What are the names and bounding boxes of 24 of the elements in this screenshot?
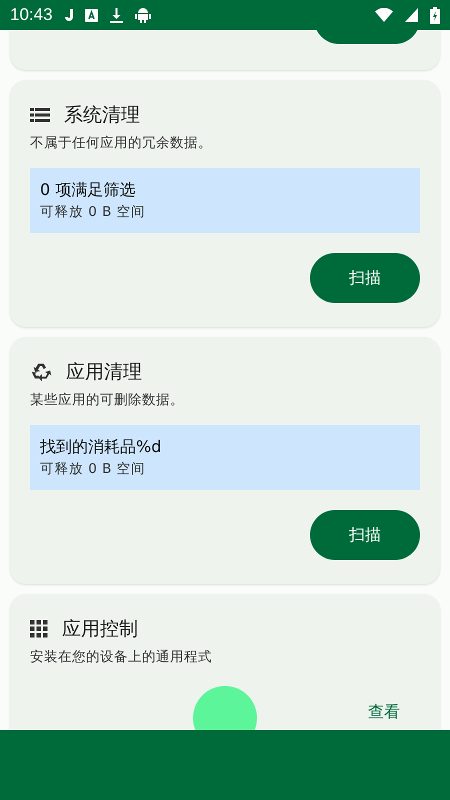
recycle-icon bbox=[30, 361, 52, 383]
result-title: 找到的消耗品%d bbox=[40, 437, 162, 458]
result-title: 0 项满足筛选 bbox=[40, 180, 136, 201]
view-button[interactable]: 查看 bbox=[358, 696, 410, 729]
card-description: 某些应用的可删除数据。 bbox=[30, 391, 185, 409]
result-subtitle: 可释放 0 B 空间 bbox=[40, 203, 147, 221]
scan-button[interactable]: 扫描 bbox=[310, 253, 420, 303]
grid-icon bbox=[30, 620, 48, 638]
keyboard-notification-icon bbox=[84, 8, 98, 22]
card-description: 不属于任何应用的冗余数据。 bbox=[30, 134, 213, 152]
card-title: 应用清理 bbox=[66, 360, 142, 385]
card-title: 应用控制 bbox=[62, 617, 138, 642]
download-icon bbox=[110, 8, 123, 22]
android-icon bbox=[134, 8, 151, 22]
scan-button[interactable]: 扫描 bbox=[310, 510, 420, 560]
j-notification-icon bbox=[64, 9, 73, 21]
clock: 10:43 bbox=[10, 5, 53, 25]
list-icon bbox=[30, 107, 50, 123]
wifi-icon bbox=[375, 8, 393, 22]
result-subtitle: 可释放 0 B 空间 bbox=[40, 460, 147, 478]
signal-icon bbox=[405, 8, 418, 22]
card-title: 系统清理 bbox=[64, 103, 140, 128]
card-description: 安装在您的设备上的通用程式 bbox=[30, 648, 213, 666]
battery-charging-icon bbox=[430, 6, 440, 24]
